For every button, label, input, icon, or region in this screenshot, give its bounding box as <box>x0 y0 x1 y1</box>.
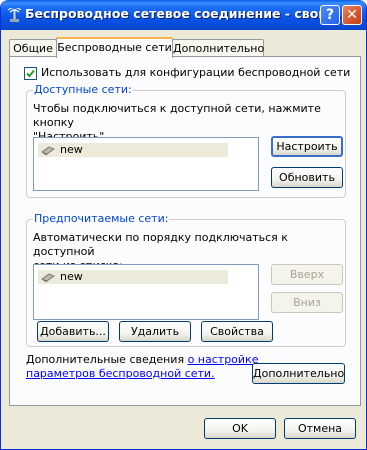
use-windows-config-checkbox[interactable] <box>24 67 37 80</box>
use-windows-config-label: Использовать для конфигурации беспроводн… <box>41 66 351 79</box>
preferred-networks-list[interactable]: new <box>33 264 259 320</box>
wireless-network-icon <box>41 273 55 283</box>
preferred-networks-legend: Предпочитаемые сети: <box>33 212 170 225</box>
tab-general-label: Общие <box>13 42 53 55</box>
wireless-networks-panel: Использовать для конфигурации беспроводн… <box>9 56 361 406</box>
list-item[interactable]: new <box>38 143 228 157</box>
tab-wireless-networks-label: Беспроводные сети <box>57 41 172 54</box>
list-item[interactable]: new <box>38 270 228 284</box>
remove-network-button[interactable]: Удалить <box>119 321 191 342</box>
tab-advanced[interactable]: Дополнительно <box>172 39 264 57</box>
learn-more-link[interactable]: о настройке <box>188 353 259 366</box>
network-connection-icon <box>7 8 22 22</box>
available-networks-list[interactable]: new <box>33 137 259 191</box>
ok-button[interactable]: OK <box>204 418 276 439</box>
tab-wireless-networks[interactable]: Беспроводные сети <box>56 37 173 58</box>
window-title: Беспроводное сетевое соединение - свой..… <box>25 6 342 21</box>
move-up-button[interactable]: Вверх <box>271 264 343 285</box>
tab-advanced-label: Дополнительно <box>173 42 265 55</box>
preferred-description-line1: Автоматически по порядку подключаться к … <box>33 231 288 258</box>
checkmark-icon <box>26 69 35 78</box>
available-description-line1: Чтобы подключиться к доступной сети, наж… <box>33 102 321 129</box>
learn-more-text: Дополнительные сведения о настройке пара… <box>26 353 258 381</box>
tab-general[interactable]: Общие <box>9 39 57 57</box>
preferred-networks-group: Предпочитаемые сети: Автоматически по по… <box>26 212 346 347</box>
cancel-button[interactable]: Отмена <box>284 418 356 439</box>
close-button[interactable]: ✕ <box>342 5 362 25</box>
available-networks-group: Доступные сети: Чтобы подключиться к дос… <box>26 83 346 198</box>
properties-dialog: Беспроводное сетевое соединение - свой..… <box>0 0 367 450</box>
add-network-button[interactable]: Добавить... <box>37 321 109 342</box>
wireless-network-icon <box>41 146 55 156</box>
learn-more-prefix: Дополнительные сведения <box>26 353 185 366</box>
help-icon: ? <box>325 7 335 23</box>
move-down-button[interactable]: Вниз <box>271 292 343 313</box>
available-networks-legend: Доступные сети: <box>33 83 133 96</box>
help-button[interactable]: ? <box>320 5 340 25</box>
network-name: new <box>60 270 83 283</box>
network-name: new <box>60 143 83 156</box>
close-icon: ✕ <box>346 7 358 23</box>
title-bar[interactable]: Беспроводное сетевое соединение - свой..… <box>1 0 366 30</box>
configure-button[interactable]: Настроить <box>271 136 343 157</box>
advanced-button[interactable]: Дополнительно <box>252 363 345 384</box>
refresh-button[interactable]: Обновить <box>271 167 343 188</box>
network-properties-button[interactable]: Свойства <box>201 321 273 342</box>
learn-more-link-line2[interactable]: параметров беспроводной сети. <box>26 367 215 380</box>
